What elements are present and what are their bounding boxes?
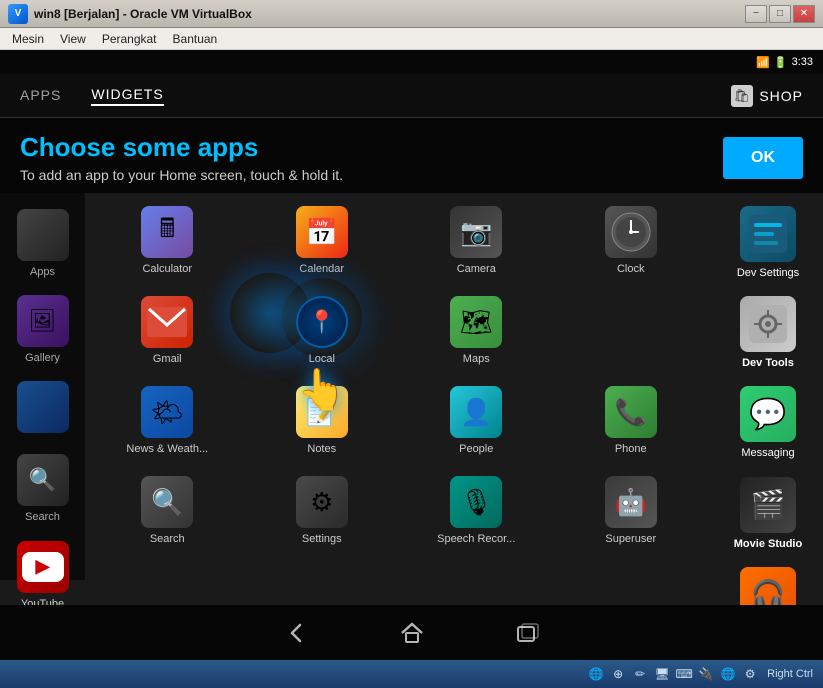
info-banner: Choose some apps To add an app to your H… [0, 118, 823, 193]
taskbar-edit-icon[interactable]: ✏ [631, 665, 649, 683]
app-news[interactable]: 🌤 News & Weath... [90, 378, 245, 468]
app-settings[interactable]: ⚙ Settings [245, 468, 400, 558]
top-bar: APPS WIDGETS 🛍 SHOP [0, 74, 823, 118]
app-maps[interactable]: 🗺 Maps [399, 288, 554, 378]
window-controls: − □ ✕ [745, 5, 815, 23]
ok-button[interactable]: OK [723, 137, 803, 179]
signal-icon: 📶 [756, 56, 770, 69]
restore-button[interactable]: □ [769, 5, 791, 23]
menu-bantuan[interactable]: Bantuan [165, 30, 226, 48]
right-ctrl-label: Right Ctrl [763, 668, 817, 680]
choose-subtitle: To add an app to your Home screen, touch… [20, 167, 703, 183]
info-text-block: Choose some apps To add an app to your H… [20, 132, 703, 183]
app-clock[interactable]: Clock [554, 198, 709, 288]
taskbar: 🌐 ⊕ ✏ 🖥 ⌨ 🔌 🌐 ⚙ Right Ctrl [0, 660, 823, 688]
titlebar: V win8 [Berjalan] - Oracle VM VirtualBox… [0, 0, 823, 28]
apps-main-grid: 🖩 Calculator 📅 Calendar 📷 Camera [85, 193, 713, 580]
menu-mesin[interactable]: Mesin [4, 30, 52, 48]
back-button[interactable] [278, 615, 314, 651]
hand-icon: 👆 [297, 366, 347, 413]
taskbar-plus-icon[interactable]: ⊕ [609, 665, 627, 683]
app-speech-recorder[interactable]: 🎙 Speech Recor... [399, 468, 554, 558]
right-col: Dev Settings [713, 193, 823, 580]
shop-label: SHOP [759, 88, 803, 104]
status-icons: 📶 🔋 3:33 [756, 56, 813, 69]
app-play-music[interactable]: 🎧 Play Music [713, 559, 823, 605]
window-title: win8 [Berjalan] - Oracle VM VirtualBox [34, 7, 745, 21]
app-local[interactable]: 📍 Local 👆 [245, 288, 400, 378]
app-calculator[interactable]: 🖩 Calculator [90, 198, 245, 288]
home-button[interactable] [394, 615, 430, 651]
android-screen: 📶 🔋 3:33 APPS WIDGETS 🛍 SHOP Choose some… [0, 50, 823, 660]
taskbar-keyboard-icon[interactable]: ⌨ [675, 665, 693, 683]
tab-widgets[interactable]: WIDGETS [91, 86, 163, 106]
taskbar-globe-icon[interactable]: 🌐 [587, 665, 605, 683]
close-button[interactable]: ✕ [793, 5, 815, 23]
app-gmail[interactable]: Gmail [90, 288, 245, 378]
content-area: Choose some apps To add an app to your H… [0, 118, 823, 605]
choose-title: Choose some apps [20, 132, 703, 163]
app-item-partial-2[interactable]: 🖼 Gallery [13, 287, 73, 373]
taskbar-usb-icon[interactable]: 🔌 [697, 665, 715, 683]
menu-bar: Mesin View Perangkat Bantuan [0, 28, 823, 50]
minimize-button[interactable]: − [745, 5, 767, 23]
app-superuser[interactable]: 🤖 Superuser [554, 468, 709, 558]
app-phone[interactable]: 📞 Phone [554, 378, 709, 468]
shop-button[interactable]: 🛍 SHOP [731, 85, 803, 107]
time-display: 3:33 [792, 56, 813, 68]
app-camera[interactable]: 📷 Camera [399, 198, 554, 288]
app-item-partial-1[interactable]: Apps [13, 201, 73, 287]
taskbar-network-icon[interactable]: 🌐 [719, 665, 737, 683]
battery-icon: 🔋 [774, 56, 788, 69]
taskbar-settings-icon[interactable]: ⚙ [741, 665, 759, 683]
status-bar: 📶 🔋 3:33 [0, 50, 823, 74]
app-calendar[interactable]: 📅 Calendar [245, 198, 400, 288]
nav-bar [0, 605, 823, 660]
app-messaging[interactable]: 💬 Messaging [713, 378, 823, 468]
app-dev-tools[interactable]: Dev Tools [713, 288, 823, 378]
vbox-icon: V [8, 4, 28, 24]
app-item-partial-3[interactable] [13, 373, 73, 446]
menu-perangkat[interactable]: Perangkat [94, 30, 165, 48]
shop-icon: 🛍 [731, 85, 753, 107]
taskbar-monitor-icon[interactable]: 🖥 [653, 665, 671, 683]
menu-view[interactable]: View [52, 30, 94, 48]
tab-apps[interactable]: APPS [20, 87, 61, 105]
youtube-app[interactable]: ▶ YouTube [13, 533, 73, 605]
app-search[interactable]: 🔍 Search [90, 468, 245, 558]
app-people[interactable]: 👤 People [399, 378, 554, 468]
app-item-partial-search[interactable]: 🔍 Search [13, 446, 73, 532]
app-dev-settings[interactable]: Dev Settings [713, 198, 823, 288]
recent-button[interactable] [510, 615, 546, 651]
app-movie-studio[interactable]: 🎬 Movie Studio [713, 469, 823, 559]
empty-cell-1 [554, 288, 709, 378]
left-col-dim: Apps 🖼 Gallery 🔍 Search ▶ [0, 193, 85, 580]
